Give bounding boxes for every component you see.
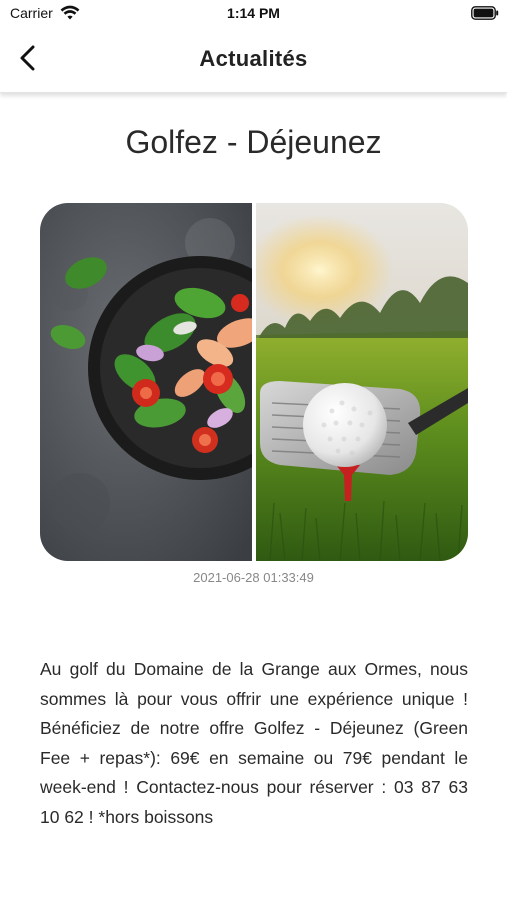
article-timestamp: 2021-06-28 01:33:49 <box>193 570 314 585</box>
article-image <box>40 203 468 561</box>
status-time: 1:14 PM <box>227 5 280 21</box>
article-body: Au golf du Domaine de la Grange aux Orme… <box>40 659 468 827</box>
nav-title: Actualités <box>199 46 308 71</box>
article-title: Golfez - Déjeunez <box>125 124 382 160</box>
battery-icon <box>471 6 499 20</box>
navigation-bar: Actualités <box>0 28 507 93</box>
status-bar: Carrier 1:14 PM <box>0 0 507 28</box>
